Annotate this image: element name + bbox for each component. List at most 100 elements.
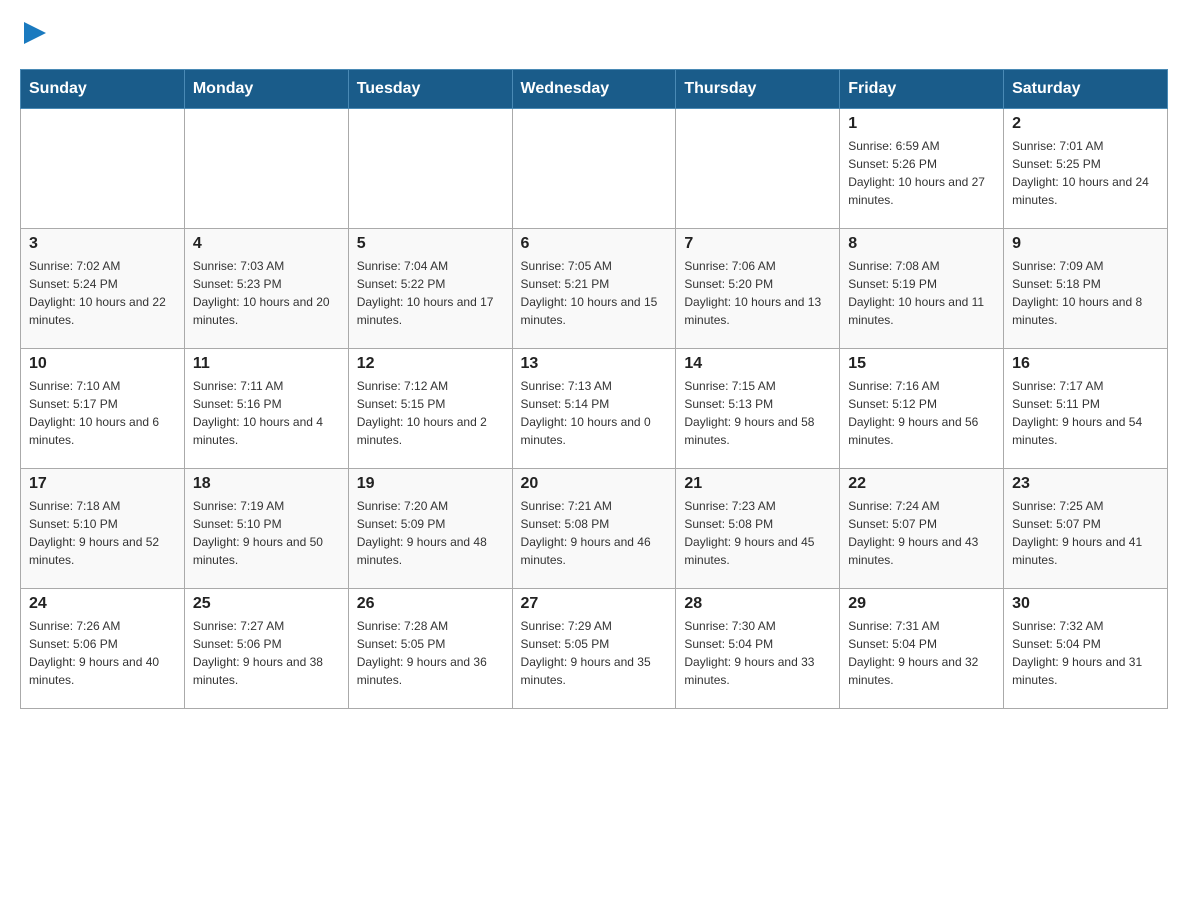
calendar-cell: 6 Sunrise: 7:05 AMSunset: 5:21 PMDaylight… [512, 229, 676, 349]
calendar-cell: 1 Sunrise: 6:59 AMSunset: 5:26 PMDaylight… [840, 109, 1004, 229]
day-info: Sunrise: 7:20 AMSunset: 5:09 PMDaylight:… [357, 497, 504, 569]
calendar-cell: 5Sunrise: 7:04 AMSunset: 5:22 PMDaylight… [348, 229, 512, 349]
calendar-cell: 28Sunrise: 7:30 AMSunset: 5:04 PMDayligh… [676, 589, 840, 709]
day-number: 30 [1012, 595, 1159, 613]
calendar-week-row: 3 Sunrise: 7:02 AMSunset: 5:24 PMDaylight… [21, 229, 1168, 349]
calendar-cell: 23 Sunrise: 7:25 AMSunset: 5:07 PMDayligh… [1004, 469, 1168, 589]
weekday-header: Monday [184, 70, 348, 109]
day-number: 16 [1012, 355, 1159, 373]
day-info: Sunrise: 7:32 AMSunset: 5:04 PMDaylight:… [1012, 617, 1159, 689]
day-number: 13 [521, 355, 668, 373]
day-info: Sunrise: 7:03 AMSunset: 5:23 PMDaylight:… [193, 257, 340, 329]
day-info: Sunrise: 7:08 AMSunset: 5:19 PMDaylight:… [848, 257, 995, 329]
day-number: 10 [29, 355, 176, 373]
calendar-cell: 10 Sunrise: 7:10 AMSunset: 5:17 PMDayligh… [21, 349, 185, 469]
calendar-cell: 30 Sunrise: 7:32 AMSunset: 5:04 PMDayligh… [1004, 589, 1168, 709]
calendar-cell [184, 109, 348, 229]
day-info: Sunrise: 7:16 AMSunset: 5:12 PMDaylight:… [848, 377, 995, 449]
calendar-cell: 4 Sunrise: 7:03 AMSunset: 5:23 PMDaylight… [184, 229, 348, 349]
calendar-cell: 24 Sunrise: 7:26 AMSunset: 5:06 PMDayligh… [21, 589, 185, 709]
day-number: 6 [521, 235, 668, 253]
calendar-cell: 16 Sunrise: 7:17 AMSunset: 5:11 PMDayligh… [1004, 349, 1168, 469]
day-number: 9 [1012, 235, 1159, 253]
day-number: 19 [357, 475, 504, 493]
day-info: Sunrise: 7:04 AMSunset: 5:22 PMDaylight:… [357, 257, 504, 329]
weekday-header: Saturday [1004, 70, 1168, 109]
calendar-cell: 11 Sunrise: 7:11 AMSunset: 5:16 PMDayligh… [184, 349, 348, 469]
day-number: 27 [521, 595, 668, 613]
day-info: Sunrise: 7:28 AMSunset: 5:05 PMDaylight:… [357, 617, 504, 689]
calendar-cell: 15 Sunrise: 7:16 AMSunset: 5:12 PMDayligh… [840, 349, 1004, 469]
day-number: 11 [193, 355, 340, 373]
day-info: Sunrise: 7:24 AMSunset: 5:07 PMDaylight:… [848, 497, 995, 569]
calendar-cell: 3 Sunrise: 7:02 AMSunset: 5:24 PMDaylight… [21, 229, 185, 349]
day-info: Sunrise: 7:21 AMSunset: 5:08 PMDaylight:… [521, 497, 668, 569]
weekday-header: Tuesday [348, 70, 512, 109]
weekday-header: Friday [840, 70, 1004, 109]
day-number: 23 [1012, 475, 1159, 493]
day-number: 2 [1012, 115, 1159, 133]
day-info: Sunrise: 7:15 AMSunset: 5:13 PMDaylight:… [684, 377, 831, 449]
calendar-cell: 2 Sunrise: 7:01 AMSunset: 5:25 PMDaylight… [1004, 109, 1168, 229]
calendar-week-row: 10 Sunrise: 7:10 AMSunset: 5:17 PMDayligh… [21, 349, 1168, 469]
calendar-week-row: 1 Sunrise: 6:59 AMSunset: 5:26 PMDaylight… [21, 109, 1168, 229]
calendar-cell: 19 Sunrise: 7:20 AMSunset: 5:09 PMDayligh… [348, 469, 512, 589]
logo [20, 20, 46, 49]
day-info: Sunrise: 7:27 AMSunset: 5:06 PMDaylight:… [193, 617, 340, 689]
calendar-cell: 25 Sunrise: 7:27 AMSunset: 5:06 PMDayligh… [184, 589, 348, 709]
day-number: 25 [193, 595, 340, 613]
day-info: Sunrise: 7:09 AMSunset: 5:18 PMDaylight:… [1012, 257, 1159, 329]
calendar-cell: 12Sunrise: 7:12 AMSunset: 5:15 PMDayligh… [348, 349, 512, 469]
day-info: Sunrise: 7:02 AMSunset: 5:24 PMDaylight:… [29, 257, 176, 329]
day-number: 26 [357, 595, 504, 613]
day-info: Sunrise: 7:23 AMSunset: 5:08 PMDaylight:… [684, 497, 831, 569]
page-header [20, 20, 1168, 49]
day-number: 7 [684, 235, 831, 253]
day-number: 4 [193, 235, 340, 253]
day-info: Sunrise: 6:59 AMSunset: 5:26 PMDaylight:… [848, 137, 995, 209]
calendar-cell: 17Sunrise: 7:18 AMSunset: 5:10 PMDayligh… [21, 469, 185, 589]
day-info: Sunrise: 7:05 AMSunset: 5:21 PMDaylight:… [521, 257, 668, 329]
calendar-week-row: 17Sunrise: 7:18 AMSunset: 5:10 PMDayligh… [21, 469, 1168, 589]
day-number: 20 [521, 475, 668, 493]
day-info: Sunrise: 7:30 AMSunset: 5:04 PMDaylight:… [684, 617, 831, 689]
calendar-cell: 20 Sunrise: 7:21 AMSunset: 5:08 PMDayligh… [512, 469, 676, 589]
calendar-cell: 9 Sunrise: 7:09 AMSunset: 5:18 PMDaylight… [1004, 229, 1168, 349]
day-info: Sunrise: 7:25 AMSunset: 5:07 PMDaylight:… [1012, 497, 1159, 569]
calendar-table: SundayMondayTuesdayWednesdayThursdayFrid… [20, 69, 1168, 709]
day-number: 21 [684, 475, 831, 493]
day-number: 1 [848, 115, 995, 133]
calendar-cell: 27Sunrise: 7:29 AMSunset: 5:05 PMDayligh… [512, 589, 676, 709]
calendar-header-row: SundayMondayTuesdayWednesdayThursdayFrid… [21, 70, 1168, 109]
day-number: 22 [848, 475, 995, 493]
day-info: Sunrise: 7:18 AMSunset: 5:10 PMDaylight:… [29, 497, 176, 569]
calendar-cell: 8Sunrise: 7:08 AMSunset: 5:19 PMDaylight… [840, 229, 1004, 349]
day-info: Sunrise: 7:13 AMSunset: 5:14 PMDaylight:… [521, 377, 668, 449]
day-number: 24 [29, 595, 176, 613]
day-info: Sunrise: 7:11 AMSunset: 5:16 PMDaylight:… [193, 377, 340, 449]
day-number: 12 [357, 355, 504, 373]
weekday-header: Thursday [676, 70, 840, 109]
calendar-cell: 29 Sunrise: 7:31 AMSunset: 5:04 PMDayligh… [840, 589, 1004, 709]
day-info: Sunrise: 7:31 AMSunset: 5:04 PMDaylight:… [848, 617, 995, 689]
calendar-cell [348, 109, 512, 229]
calendar-cell [512, 109, 676, 229]
day-number: 3 [29, 235, 176, 253]
day-number: 15 [848, 355, 995, 373]
calendar-week-row: 24 Sunrise: 7:26 AMSunset: 5:06 PMDayligh… [21, 589, 1168, 709]
day-number: 29 [848, 595, 995, 613]
calendar-cell: 18 Sunrise: 7:19 AMSunset: 5:10 PMDayligh… [184, 469, 348, 589]
calendar-cell: 21 Sunrise: 7:23 AMSunset: 5:08 PMDayligh… [676, 469, 840, 589]
logo-arrow-icon [24, 22, 46, 44]
day-number: 18 [193, 475, 340, 493]
day-info: Sunrise: 7:01 AMSunset: 5:25 PMDaylight:… [1012, 137, 1159, 209]
calendar-cell [676, 109, 840, 229]
day-info: Sunrise: 7:06 AMSunset: 5:20 PMDaylight:… [684, 257, 831, 329]
calendar-cell: 13 Sunrise: 7:13 AMSunset: 5:14 PMDayligh… [512, 349, 676, 469]
day-info: Sunrise: 7:26 AMSunset: 5:06 PMDaylight:… [29, 617, 176, 689]
calendar-cell: 26 Sunrise: 7:28 AMSunset: 5:05 PMDayligh… [348, 589, 512, 709]
weekday-header: Wednesday [512, 70, 676, 109]
day-info: Sunrise: 7:10 AMSunset: 5:17 PMDaylight:… [29, 377, 176, 449]
day-info: Sunrise: 7:19 AMSunset: 5:10 PMDaylight:… [193, 497, 340, 569]
day-info: Sunrise: 7:17 AMSunset: 5:11 PMDaylight:… [1012, 377, 1159, 449]
